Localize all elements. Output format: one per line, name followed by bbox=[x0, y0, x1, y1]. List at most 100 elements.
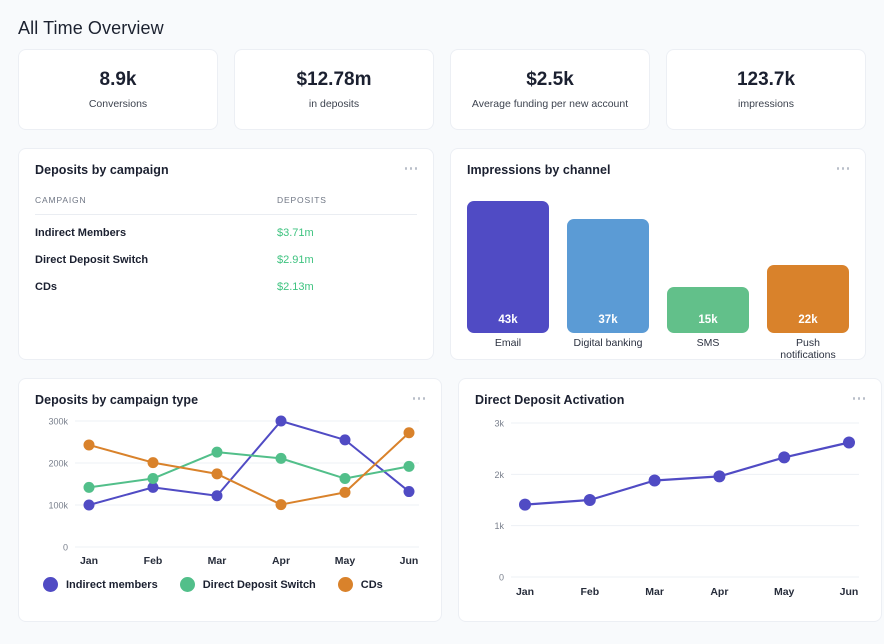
legend-label: Direct Deposit Switch bbox=[203, 579, 316, 591]
panel-deposits-by-campaign: Deposits by campaign CAMPAIGN DEPOSITS I… bbox=[18, 148, 434, 360]
bar-value-label: 15k bbox=[698, 314, 717, 333]
x-axis-tick-label: Feb bbox=[580, 586, 599, 598]
cell-campaign: CDs bbox=[35, 269, 277, 296]
legend-label: Indirect members bbox=[66, 579, 158, 591]
table-header-row: CAMPAIGN DEPOSITS bbox=[35, 195, 417, 215]
data-point bbox=[713, 470, 725, 482]
x-axis-tick-label: Mar bbox=[645, 586, 664, 598]
bar-category-label: Digital banking bbox=[567, 337, 649, 361]
data-point bbox=[276, 416, 287, 427]
kpi-card-row: 8.9k Conversions $12.78m in deposits $2.… bbox=[18, 49, 866, 130]
line-chart-direct-deposit-activation: 01k2k3kJanFebMarAprMayJun bbox=[475, 413, 865, 605]
legend-color-dot-icon bbox=[180, 577, 195, 592]
bar[interactable]: 43k bbox=[467, 201, 549, 333]
y-axis-tick-label: 3k bbox=[494, 419, 504, 429]
data-point bbox=[148, 473, 159, 484]
bar-value-label: 22k bbox=[798, 314, 817, 333]
data-point bbox=[84, 482, 95, 493]
kpi-card-average-funding[interactable]: $2.5k Average funding per new account bbox=[450, 49, 650, 130]
bar-category-labels: EmailDigital bankingSMSPush notification… bbox=[467, 337, 849, 361]
y-axis-tick-label: 0 bbox=[499, 573, 504, 583]
data-point bbox=[340, 473, 351, 484]
x-axis-tick-label: Apr bbox=[272, 555, 290, 567]
panel-row-bottom: Deposits by campaign type 0100k200k300kJ… bbox=[18, 378, 866, 622]
data-point bbox=[778, 451, 790, 463]
kpi-value: $12.78m bbox=[296, 69, 371, 91]
data-point bbox=[148, 457, 159, 468]
column-header-campaign: CAMPAIGN bbox=[35, 195, 277, 215]
legend-color-dot-icon bbox=[43, 577, 58, 592]
panel-header: Direct Deposit Activation bbox=[475, 393, 865, 407]
bar-chart-impressions: 43k37k15k22k EmailDigital bankingSMSPush… bbox=[467, 185, 849, 360]
kebab-menu-icon[interactable] bbox=[837, 163, 850, 170]
data-point bbox=[340, 434, 351, 445]
kpi-label: in deposits bbox=[303, 98, 365, 110]
legend-item[interactable]: Indirect members bbox=[43, 577, 158, 592]
x-axis-tick-label: Jun bbox=[840, 586, 859, 598]
line-series-path bbox=[525, 443, 849, 505]
table-row[interactable]: Indirect Members $3.71m bbox=[35, 215, 417, 243]
panel-direct-deposit-activation: Direct Deposit Activation 01k2k3kJanFebM… bbox=[458, 378, 882, 622]
kpi-card-deposits[interactable]: $12.78m in deposits bbox=[234, 49, 434, 130]
bar[interactable]: 37k bbox=[567, 219, 649, 333]
legend-item[interactable]: CDs bbox=[338, 577, 383, 592]
y-axis-tick-label: 2k bbox=[494, 470, 504, 480]
data-point bbox=[843, 437, 855, 449]
data-point bbox=[519, 499, 531, 511]
bar-column: 15k bbox=[667, 185, 749, 333]
chart-legend: Indirect members Direct Deposit Switch CDs bbox=[35, 577, 425, 592]
kpi-value: $2.5k bbox=[526, 69, 574, 91]
bar-group: 43k 37k 15k 22k bbox=[467, 185, 849, 333]
bar-column: 37k bbox=[567, 185, 649, 333]
data-point bbox=[84, 439, 95, 450]
x-axis-tick-label: May bbox=[335, 555, 356, 567]
panel-deposits-by-campaign-type: Deposits by campaign type 0100k200k300kJ… bbox=[18, 378, 442, 622]
data-point bbox=[212, 490, 223, 501]
kebab-menu-icon[interactable] bbox=[413, 393, 426, 400]
panel-header: Impressions by channel bbox=[467, 163, 849, 177]
kebab-menu-icon[interactable] bbox=[853, 393, 866, 400]
kpi-value: 123.7k bbox=[737, 69, 795, 91]
kpi-card-conversions[interactable]: 8.9k Conversions bbox=[18, 49, 218, 130]
legend-label: CDs bbox=[361, 579, 383, 591]
kpi-card-impressions[interactable]: 123.7k impressions bbox=[666, 49, 866, 130]
x-axis-tick-label: Apr bbox=[710, 586, 728, 598]
table-row[interactable]: CDs $2.13m bbox=[35, 269, 417, 296]
x-axis-tick-label: Feb bbox=[144, 555, 163, 567]
data-point bbox=[404, 427, 415, 438]
deposits-table: CAMPAIGN DEPOSITS Indirect Members $3.71… bbox=[35, 195, 417, 296]
kpi-value: 8.9k bbox=[100, 69, 137, 91]
data-point bbox=[84, 500, 95, 511]
bar[interactable]: 15k bbox=[667, 287, 749, 333]
x-axis-tick-label: Jan bbox=[80, 555, 98, 567]
kpi-label: Average funding per new account bbox=[466, 98, 634, 110]
cell-deposits: $3.71m bbox=[277, 215, 417, 243]
legend-item[interactable]: Direct Deposit Switch bbox=[180, 577, 316, 592]
y-axis-tick-label: 100k bbox=[48, 501, 68, 511]
bar-category-label: SMS bbox=[667, 337, 749, 361]
kebab-menu-icon[interactable] bbox=[405, 163, 418, 170]
data-point bbox=[340, 487, 351, 498]
panel-impressions-by-channel: Impressions by channel 43k 37k 15k 22k Emai… bbox=[450, 148, 866, 360]
bar-category-label: Email bbox=[467, 337, 549, 361]
line-chart-svg: 01k2k3kJanFebMarAprMayJun bbox=[475, 413, 865, 605]
kpi-label: impressions bbox=[732, 98, 800, 110]
line-series-path bbox=[89, 433, 409, 505]
bar-column: 22k bbox=[767, 185, 849, 333]
panel-header: Deposits by campaign bbox=[35, 163, 417, 177]
kpi-label: Conversions bbox=[83, 98, 153, 110]
panel-title: Deposits by campaign type bbox=[35, 393, 198, 407]
column-header-deposits: DEPOSITS bbox=[277, 195, 417, 215]
bar-column: 43k bbox=[467, 185, 549, 333]
bar[interactable]: 22k bbox=[767, 265, 849, 333]
x-axis-tick-label: May bbox=[774, 586, 795, 598]
y-axis-tick-label: 0 bbox=[63, 543, 68, 553]
data-point bbox=[404, 461, 415, 472]
cell-deposits: $2.13m bbox=[277, 269, 417, 296]
line-chart-svg: 0100k200k300kJanFebMarAprMayJun bbox=[35, 413, 425, 573]
y-axis-tick-label: 200k bbox=[48, 459, 68, 469]
data-point bbox=[212, 447, 223, 458]
table-row[interactable]: Direct Deposit Switch $2.91m bbox=[35, 242, 417, 269]
x-axis-tick-label: Jun bbox=[400, 555, 419, 567]
bar-value-label: 43k bbox=[498, 314, 517, 333]
